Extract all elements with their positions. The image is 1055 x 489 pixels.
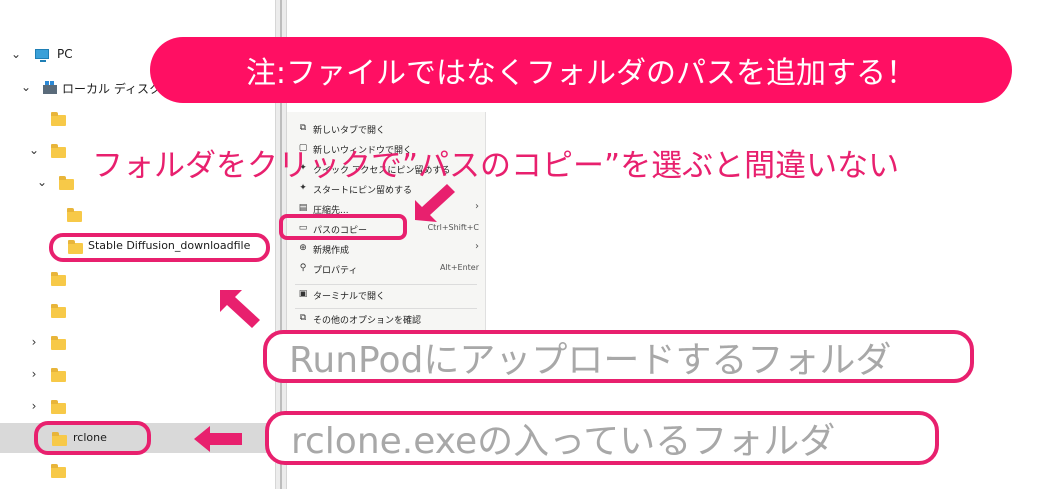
tree-item-folder[interactable] [0, 455, 275, 485]
folder-icon [51, 272, 66, 286]
arrow-to-rclone-folder-icon [194, 426, 242, 452]
chevron-right-icon: › [475, 241, 479, 252]
sd-folder-highlight [49, 233, 270, 262]
rclone-folder-highlight [34, 421, 151, 455]
chevron-down-icon[interactable]: ⌄ [36, 175, 48, 189]
chevron-down-icon[interactable]: ⌄ [10, 47, 22, 61]
folder-icon [51, 144, 66, 158]
wrench-icon: ⚲ [299, 263, 307, 273]
tree-item-folder[interactable] [0, 103, 275, 133]
tree-item-folder[interactable] [0, 199, 275, 229]
menu-item-more-options[interactable]: ⧉ その他のオプションを確認 [287, 308, 485, 330]
plus-circle-icon: ⊕ [299, 243, 307, 253]
menu-item-label: プロパティ [313, 266, 358, 276]
menu-item-shortcut: Ctrl+Shift+C [427, 223, 479, 232]
menu-item-label: 新しいタブで開く [313, 126, 386, 136]
terminal-icon: ▣ [298, 289, 308, 299]
folder-icon [59, 176, 74, 190]
chevron-right-icon[interactable]: › [28, 367, 40, 381]
chevron-right-icon[interactable]: › [28, 399, 40, 413]
runpod-folder-callout: RunPodにアップロードするフォルダ [263, 330, 974, 383]
tree-item-folder[interactable]: › [0, 359, 275, 389]
folder-icon [51, 112, 66, 126]
folder-icon [51, 336, 66, 350]
menu-item-new[interactable]: ⊕ 新規作成 › [287, 238, 485, 260]
tree-item-folder[interactable]: › [0, 327, 275, 357]
menu-item-label: 新規作成 [313, 246, 350, 256]
folder-icon [51, 368, 66, 382]
zip-icon: ▤ [298, 203, 308, 213]
folder-icon [51, 400, 66, 414]
tree-item-label: PC [57, 47, 73, 61]
menu-item-open-new-tab[interactable]: ⧉ 新しいタブで開く [287, 118, 485, 140]
menu-item-properties[interactable]: ⚲ プロパティ Alt+Enter [287, 258, 485, 280]
arrow-to-sd-folder-icon [220, 290, 260, 328]
folder-icon [51, 304, 66, 318]
arrow-to-copy-path-icon [415, 184, 455, 222]
menu-item-open-terminal[interactable]: ▣ ターミナルで開く [287, 284, 485, 306]
menu-item-label: ターミナルで開く [313, 292, 386, 302]
warning-banner: 注:ファイルではなくフォルダのパスを追加する！ [150, 37, 1012, 103]
drive-icon [43, 81, 57, 94]
chevron-right-icon[interactable]: › [28, 335, 40, 349]
new-tab-icon: ⧉ [299, 123, 307, 133]
more-options-icon: ⧉ [299, 313, 307, 323]
folder-icon [51, 464, 66, 478]
menu-item-label: その他のオプションを確認 [313, 316, 422, 326]
chevron-right-icon: › [475, 201, 479, 212]
chevron-down-icon[interactable]: ⌄ [20, 80, 32, 94]
copy-path-highlight [279, 214, 407, 240]
rclone-folder-callout: rclone.exeの入っているフォルダ [265, 411, 939, 465]
tip-text: フォルダをクリックで”パスのコピー”を選ぶと間違いない [92, 148, 900, 184]
tree-item-folder[interactable]: › [0, 391, 275, 421]
menu-item-shortcut: Alt+Enter [439, 263, 479, 272]
folder-icon [67, 208, 82, 222]
chevron-down-icon[interactable]: ⌄ [28, 143, 40, 157]
pc-icon [35, 49, 49, 62]
